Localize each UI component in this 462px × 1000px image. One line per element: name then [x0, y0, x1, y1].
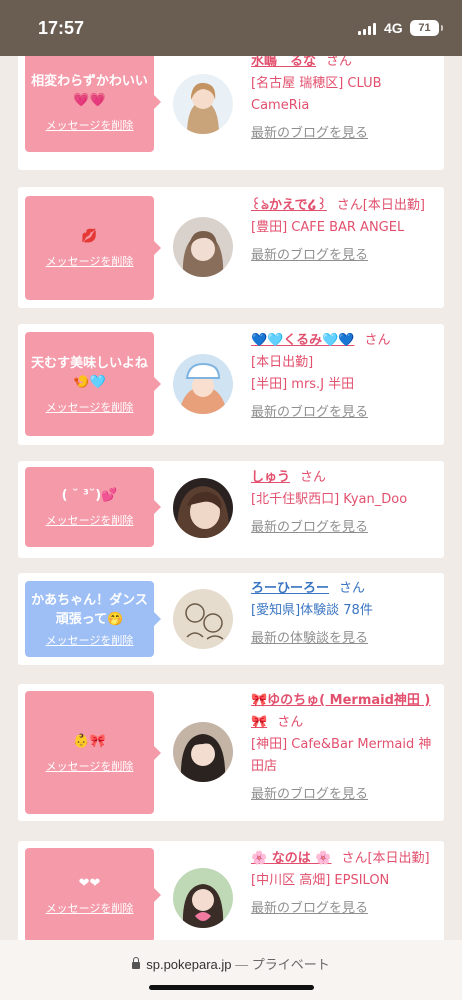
- message-bubble: 👶🎀 メッセージを削除: [25, 691, 161, 814]
- user-info: 🎀ゆのちゅ( Mermaid神田 )🎀 さん [神田] Cafe&Bar Merm…: [251, 690, 436, 806]
- user-info: 💙🩵くるみ🩵💙 さん [本日出勤] [半田] mrs.J 半田 最新のブログを見る: [251, 330, 436, 424]
- latest-blog-link[interactable]: 最新のブログを見る: [251, 898, 368, 920]
- message-text: かあちゃん！ダンス頑張って🤭: [31, 592, 148, 627]
- avatar[interactable]: [173, 217, 233, 277]
- user-name-link[interactable]: 🌸 なのは 🌸: [251, 851, 331, 866]
- message-text: ( ˘ ³˘)💕: [61, 488, 118, 503]
- network-label: 4G: [384, 20, 403, 36]
- user-name-link[interactable]: 💙🩵くるみ🩵💙: [251, 333, 355, 348]
- latest-blog-link[interactable]: 最新のブログを見る: [251, 123, 368, 145]
- shop-info: [神田] Cafe&Bar Mermaid 神田店: [251, 737, 432, 774]
- delete-message-link[interactable]: メッセージを削除: [46, 632, 134, 648]
- avatar[interactable]: [173, 868, 233, 928]
- latest-blog-link[interactable]: 最新のブログを見る: [251, 402, 368, 424]
- home-indicator[interactable]: [149, 985, 314, 990]
- delete-message-link[interactable]: メッセージを削除: [46, 253, 134, 269]
- latest-blog-link[interactable]: 最新のブログを見る: [251, 245, 368, 267]
- message-text: ❤︎❤︎: [78, 876, 101, 891]
- status-bar: 17:57 4G 71: [0, 0, 462, 56]
- message-text: 相変わらずかわいい💗💗: [31, 73, 148, 108]
- avatar[interactable]: [173, 589, 233, 649]
- message-list[interactable]: 相変わらずかわいい💗💗 メッセージを削除 水嶋 るな さん [名古屋 瑞穂区] C…: [0, 56, 462, 940]
- user-info: 水嶋 るな さん [名古屋 瑞穂区] CLUB CameRia 最新のブログを見る: [251, 56, 436, 145]
- message-text: 💋: [81, 229, 98, 244]
- message-card: ( ˘ ³˘)💕 メッセージを削除 しゅう さん [北千住駅西口] Kyan_Do…: [18, 461, 444, 558]
- delete-message-link[interactable]: メッセージを削除: [46, 758, 134, 774]
- browser-url-bar[interactable]: sp.pokepara.jp — プライベート: [0, 940, 462, 1000]
- delete-message-link[interactable]: メッセージを削除: [46, 117, 134, 133]
- message-bubble: 天むす美味しいよね🍤🩵 メッセージを削除: [25, 332, 161, 436]
- status-time: 17:57: [38, 18, 85, 38]
- message-bubble: かあちゃん！ダンス頑張って🤭 メッセージを削除: [25, 581, 161, 657]
- honorific: さん: [277, 715, 304, 730]
- message-card: 相変わらずかわいい💗💗 メッセージを削除 水嶋 るな さん [名古屋 瑞穂区] C…: [18, 56, 444, 170]
- shop-info: [名古屋 瑞穂区] CLUB CameRia: [251, 76, 382, 113]
- message-card: 💋 メッセージを削除 ꒰ঌかえで໒꒱ さん[本日出勤] [豊田] CAFE BAR…: [18, 187, 444, 308]
- message-text: 👶🎀: [73, 733, 106, 749]
- shop-info: [半田] mrs.J 半田: [251, 377, 355, 392]
- avatar[interactable]: [173, 354, 233, 414]
- message-card: 天むす美味しいよね🍤🩵 メッセージを削除 💙🩵くるみ🩵💙 さん [本日出勤] [半…: [18, 324, 444, 445]
- url-display[interactable]: sp.pokepara.jp — プライベート: [0, 954, 462, 973]
- message-bubble: ( ˘ ³˘)💕 メッセージを削除: [25, 467, 161, 547]
- shop-info: [北千住駅西口] Kyan_Doo: [251, 492, 408, 507]
- user-info: ろーひーろー さん [愛知県]体験談 78件 最新の体験談を見る: [251, 578, 436, 650]
- shop-info: [中川区 高畑] EPSILON: [251, 873, 390, 888]
- message-bubble: ❤︎❤︎ メッセージを削除: [25, 848, 161, 940]
- honorific: さん: [300, 470, 327, 485]
- url-separator: —: [231, 957, 252, 972]
- honorific: さん: [336, 198, 363, 213]
- user-name-link[interactable]: 水嶋 るな: [251, 56, 316, 69]
- honorific: さん: [326, 56, 353, 69]
- message-text: 天むす美味しいよね🍤🩵: [31, 355, 148, 390]
- user-name-link[interactable]: しゅう: [251, 470, 290, 485]
- shop-info: [愛知県]体験談 78件: [251, 603, 373, 618]
- message-bubble: 相変わらずかわいい💗💗 メッセージを削除: [25, 56, 161, 152]
- shop-info: [豊田] CAFE BAR ANGEL: [251, 220, 405, 235]
- delete-message-link[interactable]: メッセージを削除: [46, 512, 134, 528]
- user-info: 🌸 なのは 🌸 さん[本日出勤] [中川区 高畑] EPSILON 最新のブログを…: [251, 848, 436, 920]
- delete-message-link[interactable]: メッセージを削除: [46, 399, 134, 415]
- user-info: ꒰ঌかえで໒꒱ さん[本日出勤] [豊田] CAFE BAR ANGEL 最新のブ…: [251, 195, 436, 267]
- latest-blog-link[interactable]: 最新のブログを見る: [251, 784, 368, 806]
- work-status: [本日出勤]: [367, 851, 430, 866]
- url-domain: sp.pokepara.jp: [146, 957, 232, 972]
- user-name-link[interactable]: ろーひーろー: [251, 581, 329, 596]
- signal-icon: [358, 23, 378, 35]
- avatar[interactable]: [173, 722, 233, 782]
- delete-message-link[interactable]: メッセージを削除: [46, 900, 134, 916]
- lock-icon: [132, 957, 141, 969]
- message-card: ❤︎❤︎ メッセージを削除 🌸 なのは 🌸 さん[本日出勤] [中川区 高畑] E…: [18, 841, 444, 940]
- avatar[interactable]: [173, 74, 233, 134]
- work-status: [本日出勤]: [251, 355, 314, 370]
- message-card: かあちゃん！ダンス頑張って🤭 メッセージを削除 ろーひーろー さん [愛知県]体験…: [18, 573, 444, 665]
- honorific: さん: [364, 333, 391, 348]
- work-status: [本日出勤]: [362, 198, 425, 213]
- message-bubble: 💋 メッセージを削除: [25, 196, 161, 300]
- avatar[interactable]: [173, 478, 233, 538]
- latest-review-link[interactable]: 最新の体験談を見る: [251, 628, 368, 650]
- message-card: 👶🎀 メッセージを削除 🎀ゆのちゅ( Mermaid神田 )🎀 さん [神田] C…: [18, 684, 444, 821]
- user-info: しゅう さん [北千住駅西口] Kyan_Doo 最新のブログを見る: [251, 467, 436, 539]
- user-name-link[interactable]: ꒰ঌかえで໒꒱: [251, 198, 327, 213]
- battery-icon: 71: [410, 20, 443, 36]
- private-mode-label: プライベート: [251, 957, 330, 972]
- honorific: さん: [339, 581, 366, 596]
- honorific: さん: [341, 851, 368, 866]
- latest-blog-link[interactable]: 最新のブログを見る: [251, 517, 368, 539]
